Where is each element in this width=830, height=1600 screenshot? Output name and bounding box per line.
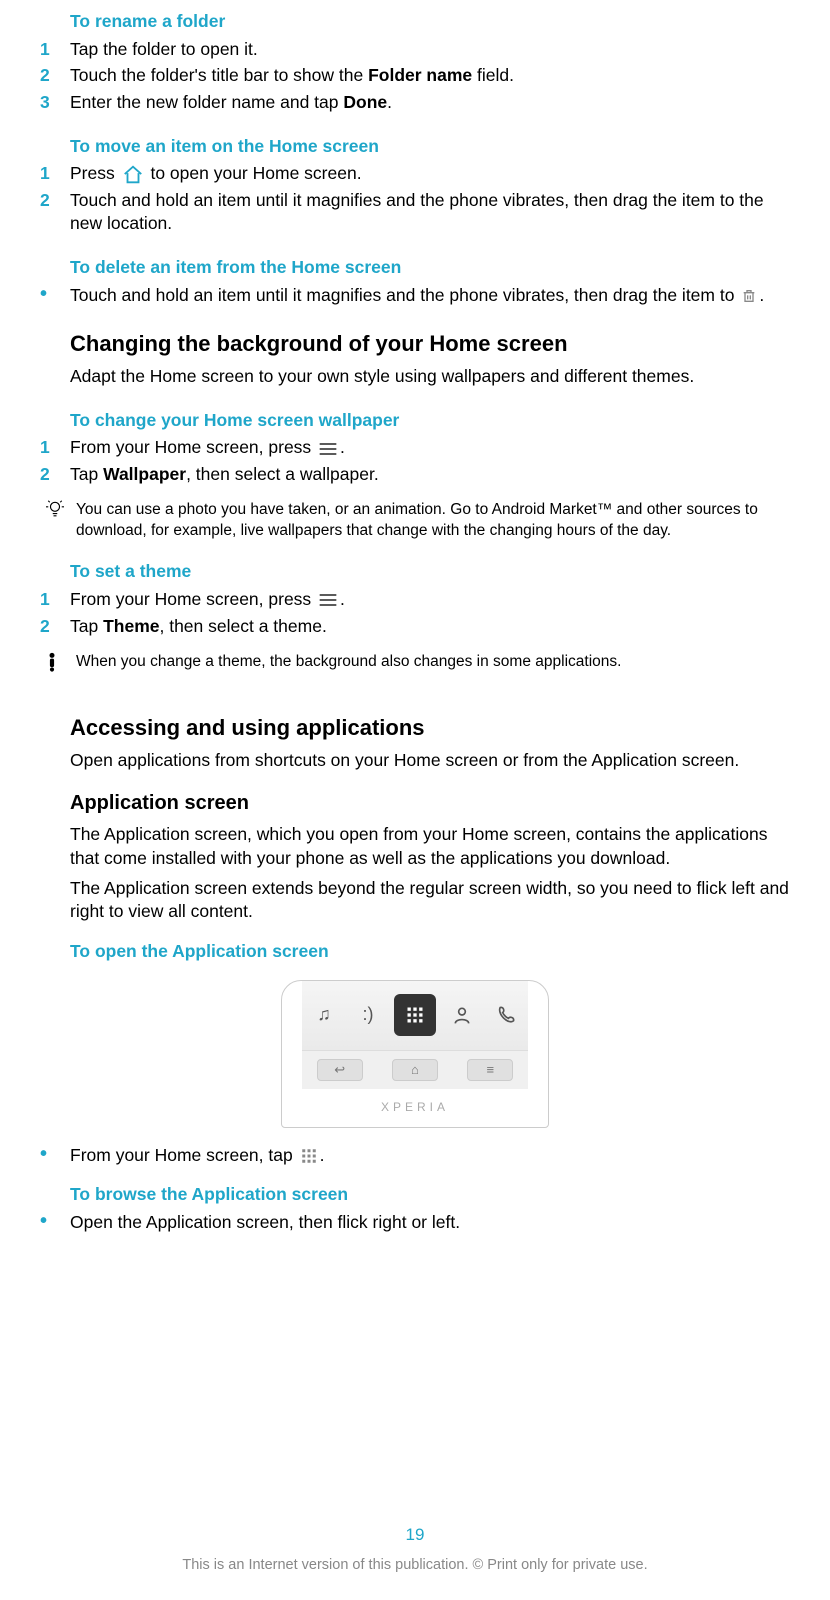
heading-browse-app-screen: To browse the Application screen — [70, 1183, 800, 1207]
bullet-row: • Touch and hold an item until it magnif… — [40, 284, 800, 308]
text: . — [340, 437, 345, 457]
step-number: 2 — [40, 615, 70, 639]
bullet-text: Touch and hold an item until it magnifie… — [70, 284, 800, 308]
paragraph: The Application screen extends beyond th… — [70, 877, 800, 924]
dock-media-icon: ♫ — [306, 997, 342, 1033]
nav-menu-key: ≡ — [467, 1059, 513, 1081]
text: . — [320, 1145, 325, 1165]
bullet-icon: • — [40, 284, 70, 304]
step-row: 1 Tap the folder to open it. — [40, 38, 800, 62]
paragraph: The Application screen, which you open f… — [70, 823, 800, 870]
step-row: 1 From your Home screen, press . — [40, 436, 800, 460]
bullet-icon: • — [40, 1211, 70, 1231]
step-row: 2 Touch the folder's title bar to show t… — [40, 64, 800, 88]
heading-change-wallpaper: To change your Home screen wallpaper — [70, 409, 800, 433]
step-text: Touch the folder's title bar to show the… — [70, 64, 800, 88]
step-number: 2 — [40, 463, 70, 487]
dock-contacts-icon — [444, 997, 480, 1033]
bold-text: Theme — [103, 616, 159, 636]
step-row: 1 Press to open your Home screen. — [40, 162, 800, 186]
phone-brand-label: XPERIA — [282, 1099, 548, 1115]
step-text: Press to open your Home screen. — [70, 162, 800, 186]
dock-phone-icon — [488, 997, 524, 1033]
heading-rename-folder: To rename a folder — [70, 10, 800, 34]
step-text: Touch and hold an item until it magnifie… — [70, 189, 800, 236]
bullet-text: From your Home screen, tap . — [70, 1144, 800, 1168]
text: From your Home screen, press — [70, 589, 316, 609]
text: Tap — [70, 464, 103, 484]
dock-messaging-icon: :) — [350, 997, 386, 1033]
step-number: 1 — [40, 162, 70, 186]
exclamation-icon — [46, 652, 76, 679]
text: , then select a wallpaper. — [186, 464, 379, 484]
step-text: From your Home screen, press . — [70, 436, 800, 460]
nav-home-key: ⌂ — [392, 1059, 438, 1081]
heading-move-item: To move an item on the Home screen — [70, 135, 800, 159]
heading-changing-background: Changing the background of your Home scr… — [70, 329, 800, 359]
bullet-text: Open the Application screen, then flick … — [70, 1211, 800, 1235]
paragraph: Open applications from shortcuts on your… — [70, 749, 800, 773]
heading-application-screen: Application screen — [70, 790, 800, 817]
text: field. — [472, 65, 514, 85]
bold-text: Wallpaper — [103, 464, 186, 484]
nav-back-key: ↩ — [317, 1059, 363, 1081]
text: Touch and hold an item until it magnifie… — [70, 285, 739, 305]
text: From your Home screen, press — [70, 437, 316, 457]
step-text: Tap the folder to open it. — [70, 38, 800, 62]
bullet-row: • From your Home screen, tap . — [40, 1144, 800, 1168]
text: to open your Home screen. — [146, 163, 362, 183]
page-number: 19 — [0, 1524, 830, 1547]
menu-icon — [318, 442, 338, 456]
text: Touch the folder's title bar to show the — [70, 65, 368, 85]
heading-accessing-apps: Accessing and using applications — [70, 713, 800, 743]
lightbulb-icon — [46, 500, 76, 525]
note-text: When you change a theme, the background … — [76, 652, 621, 673]
bullet-icon: • — [40, 1144, 70, 1164]
text: Tap — [70, 616, 103, 636]
paragraph: Adapt the Home screen to your own style … — [70, 365, 800, 389]
step-number: 1 — [40, 38, 70, 62]
home-icon — [122, 164, 144, 186]
step-row: 3 Enter the new folder name and tap Done… — [40, 91, 800, 115]
tip-row: You can use a photo you have taken, or a… — [46, 500, 800, 542]
apps-grid-icon — [300, 1147, 318, 1165]
text: . — [340, 589, 345, 609]
step-number: 1 — [40, 588, 70, 612]
step-row: 2 Tap Theme, then select a theme. — [40, 615, 800, 639]
menu-icon — [318, 593, 338, 607]
text: Enter the new folder name and tap — [70, 92, 343, 112]
bold-text: Folder name — [368, 65, 472, 85]
step-row: 2 Touch and hold an item until it magnif… — [40, 189, 800, 236]
heading-open-app-screen: To open the Application screen — [70, 940, 800, 964]
text: From your Home screen, tap — [70, 1145, 298, 1165]
page-footer: 19 This is an Internet version of this p… — [0, 1524, 830, 1577]
heading-set-theme: To set a theme — [70, 560, 800, 584]
step-row: 2 Tap Wallpaper, then select a wallpaper… — [40, 463, 800, 487]
bullet-row: • Open the Application screen, then flic… — [40, 1211, 800, 1235]
text: , then select a theme. — [159, 616, 326, 636]
step-text: Enter the new folder name and tap Done. — [70, 91, 800, 115]
phone-illustration: ♫ :) ↩ ⌂ ≡ XPERIA — [281, 980, 549, 1128]
footer-notice: This is an Internet version of this publ… — [0, 1556, 830, 1576]
note-row: When you change a theme, the background … — [46, 652, 800, 679]
step-number: 1 — [40, 436, 70, 460]
step-number: 2 — [40, 189, 70, 213]
text: . — [759, 285, 764, 305]
heading-delete-item: To delete an item from the Home screen — [70, 256, 800, 280]
step-text: Tap Theme, then select a theme. — [70, 615, 800, 639]
step-text: Tap Wallpaper, then select a wallpaper. — [70, 463, 800, 487]
step-number: 2 — [40, 64, 70, 88]
tip-text: You can use a photo you have taken, or a… — [76, 500, 800, 542]
bold-text: Done — [343, 92, 387, 112]
trash-icon — [741, 287, 757, 305]
step-text: From your Home screen, press . — [70, 588, 800, 612]
step-row: 1 From your Home screen, press . — [40, 588, 800, 612]
step-number: 3 — [40, 91, 70, 115]
dock-apps-icon — [394, 994, 436, 1036]
text: Press — [70, 163, 120, 183]
text: . — [387, 92, 392, 112]
